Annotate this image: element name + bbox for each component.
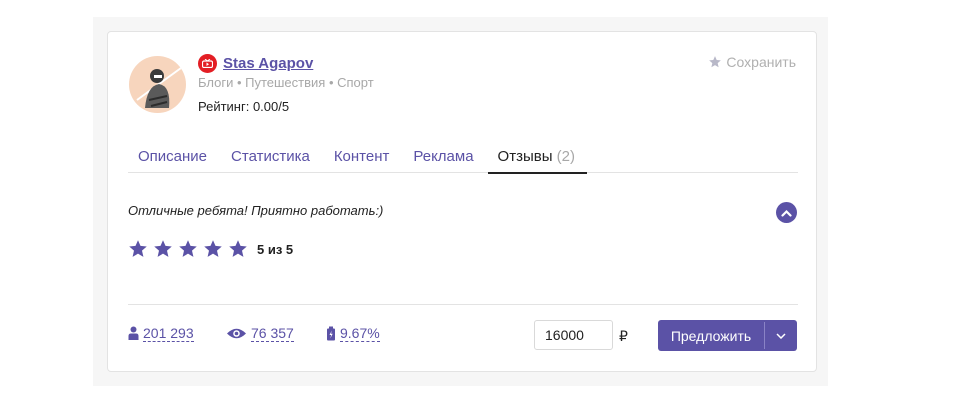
tab-reviews-count: (2) [556,148,576,165]
tab-content[interactable]: Контент [324,140,402,173]
subscribers-count: 201 293 [143,325,194,342]
review-text: Отличные ребята! Приятно работать:) [128,203,384,218]
save-button[interactable]: Сохранить [708,54,796,70]
views-count: 76 357 [251,325,294,342]
collapse-button[interactable] [776,202,797,223]
chevron-up-icon [781,209,792,217]
views-stat[interactable]: 76 357 [226,325,294,342]
price-input[interactable] [534,320,613,350]
tab-reviews[interactable]: Отзывы (2) [487,140,588,174]
engagement-rate: 9.67% [340,325,380,342]
offer-button[interactable]: Предложить [658,320,764,351]
chevron-down-icon [776,332,786,339]
star-icon [204,240,222,257]
offer-dropdown-button[interactable] [765,320,797,351]
engagement-stat[interactable]: 9.67% [326,325,380,342]
avatar[interactable] [129,56,186,113]
review-score: 5 из 5 [257,241,294,257]
save-label: Сохранить [726,54,796,70]
star-icon [129,240,147,257]
channel-card: Stas Agapov Блоги • Путешествия • Спорт … [107,31,817,372]
tab-statistics[interactable]: Статистика [221,140,322,173]
review-stars: 5 из 5 [128,239,293,259]
channel-categories: Блоги • Путешествия • Спорт [198,75,374,90]
eye-icon [227,328,246,339]
currency-symbol: ₽ [619,328,628,344]
person-icon [128,326,139,340]
star-icon [229,240,247,257]
channel-name-link[interactable]: Stas Agapov [223,55,313,72]
tab-reviews-label: Отзывы [497,148,553,165]
tab-advertising[interactable]: Реклама [403,140,485,173]
subscribers-stat[interactable]: 201 293 [128,325,194,342]
star-icon [709,56,722,68]
star-icon [154,240,172,257]
offer-split-button: Предложить [658,320,797,351]
star-icon [179,240,197,257]
battery-icon [327,326,335,341]
tab-bar: Описание Статистика Контент Реклама Отзы… [128,140,798,174]
tab-description[interactable]: Описание [128,140,219,173]
channel-rating: Рейтинг: 0.00/5 [198,99,290,114]
divider [128,304,798,305]
youtube-icon [198,53,217,73]
channel-header: Stas Agapov [198,53,313,73]
